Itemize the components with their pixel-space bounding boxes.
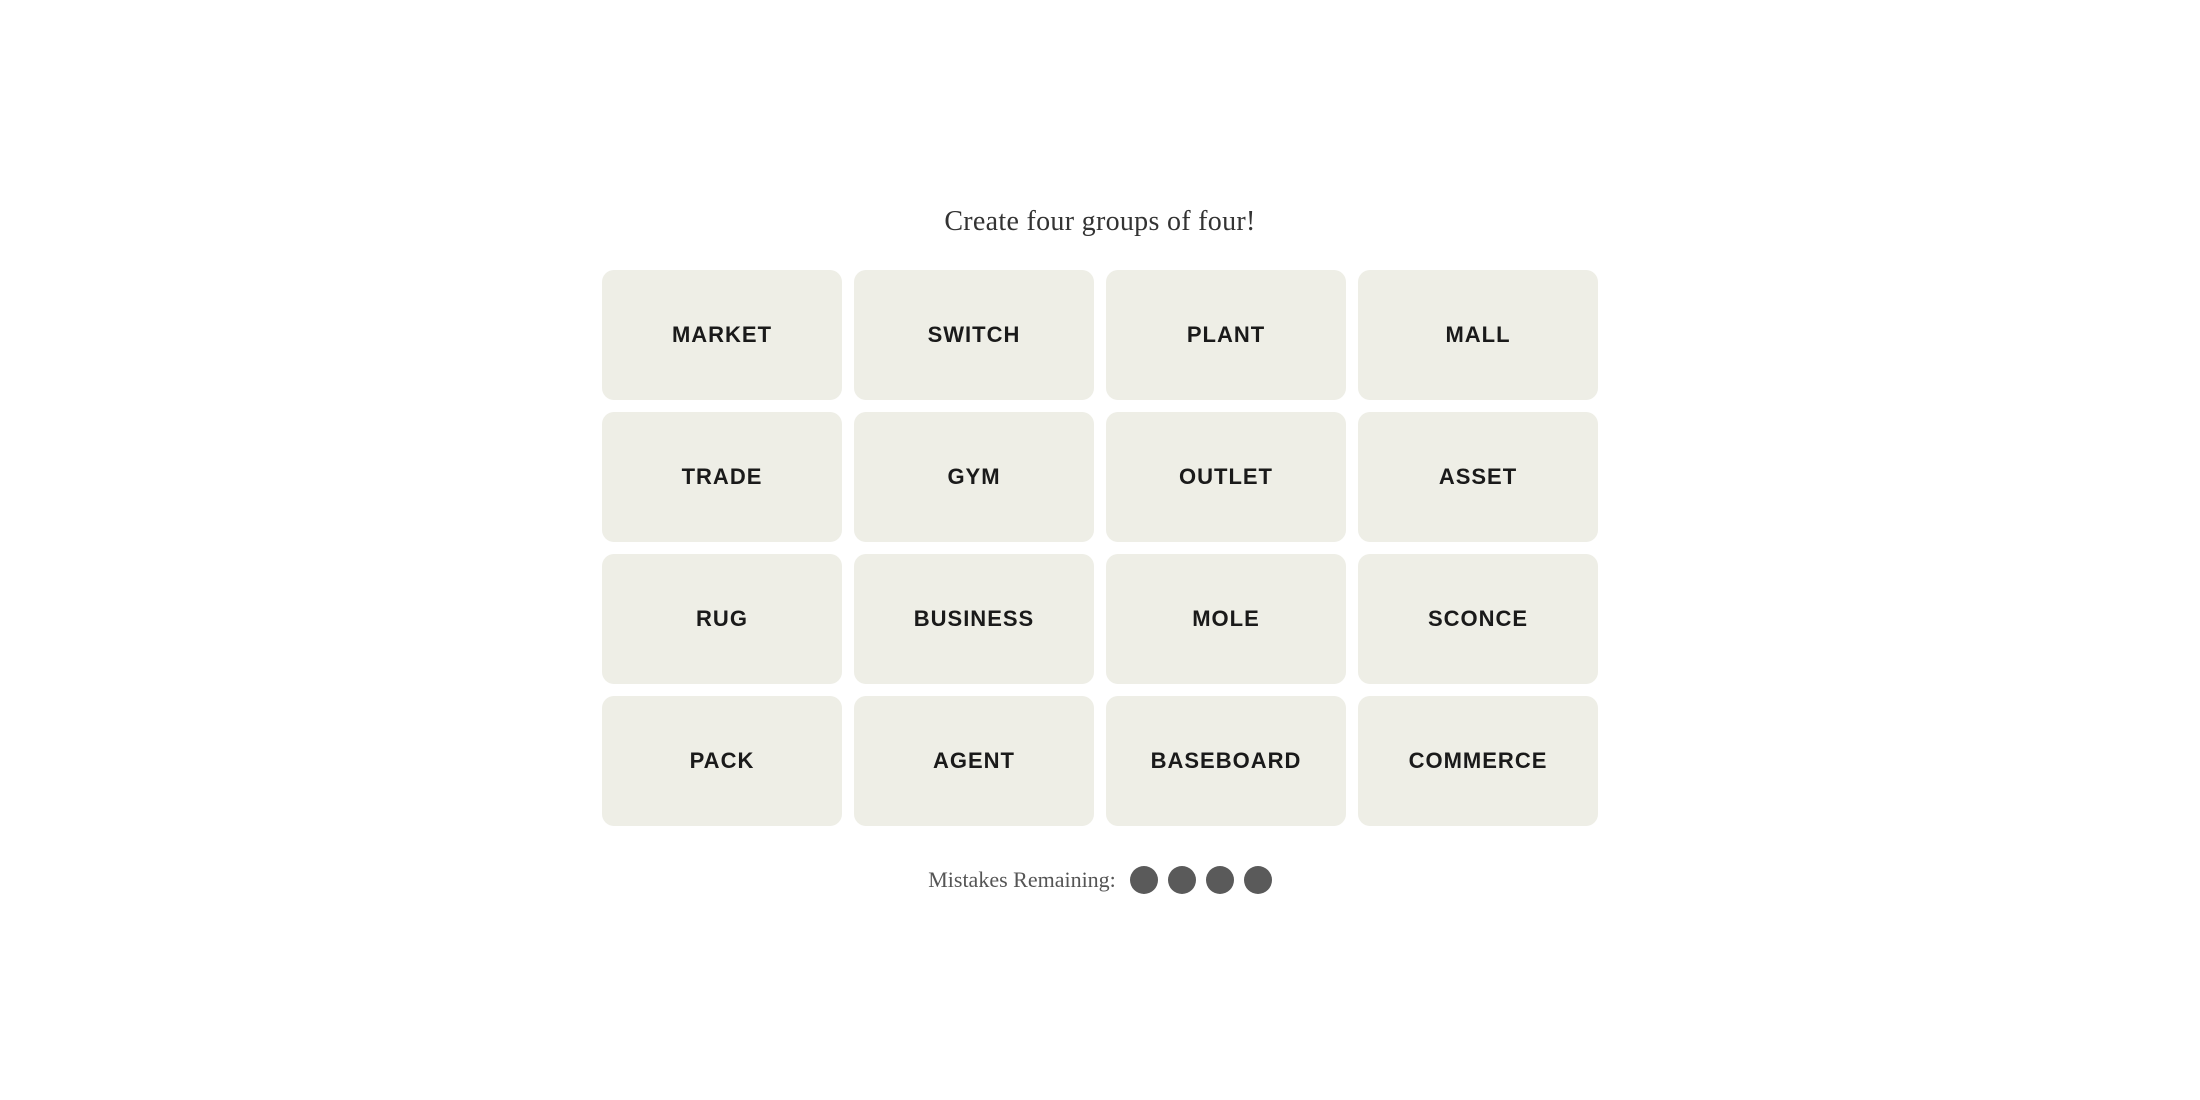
- word-label-baseboard: BASEBOARD: [1151, 748, 1302, 774]
- word-label-mall: MALL: [1445, 322, 1510, 348]
- word-card-trade[interactable]: TRADE: [602, 412, 842, 542]
- mistakes-dots: [1130, 866, 1272, 894]
- word-card-switch[interactable]: SWITCH: [854, 270, 1094, 400]
- word-card-agent[interactable]: AGENT: [854, 696, 1094, 826]
- mistakes-section: Mistakes Remaining:: [928, 866, 1272, 894]
- mistakes-label: Mistakes Remaining:: [928, 867, 1116, 893]
- word-label-sconce: SCONCE: [1428, 606, 1528, 632]
- word-card-mole[interactable]: MOLE: [1106, 554, 1346, 684]
- word-card-baseboard[interactable]: BASEBOARD: [1106, 696, 1346, 826]
- word-card-market[interactable]: MARKET: [602, 270, 842, 400]
- subtitle: Create four groups of four!: [944, 206, 1255, 238]
- word-card-asset[interactable]: ASSET: [1358, 412, 1598, 542]
- word-card-business[interactable]: BUSINESS: [854, 554, 1094, 684]
- mistake-dot-4: [1244, 866, 1272, 894]
- word-card-commerce[interactable]: COMMERCE: [1358, 696, 1598, 826]
- word-label-pack: PACK: [690, 748, 755, 774]
- word-label-mole: MOLE: [1192, 606, 1260, 632]
- word-card-mall[interactable]: MALL: [1358, 270, 1598, 400]
- word-grid: MARKET SWITCH PLANT MALL TRADE GYM OUTLET ASSET…: [602, 270, 1598, 826]
- mistake-dot-2: [1168, 866, 1196, 894]
- game-container: Create four groups of four! MARKET SWITCH…: [0, 206, 2200, 894]
- word-label-market: MARKET: [672, 322, 772, 348]
- word-label-plant: PLANT: [1187, 322, 1265, 348]
- word-card-outlet[interactable]: OUTLET: [1106, 412, 1346, 542]
- word-card-rug[interactable]: RUG: [602, 554, 842, 684]
- word-label-trade: TRADE: [682, 464, 763, 490]
- word-label-gym: GYM: [947, 464, 1000, 490]
- word-label-switch: SWITCH: [928, 322, 1021, 348]
- word-label-asset: ASSET: [1439, 464, 1517, 490]
- word-card-plant[interactable]: PLANT: [1106, 270, 1346, 400]
- word-card-sconce[interactable]: SCONCE: [1358, 554, 1598, 684]
- word-label-business: BUSINESS: [914, 606, 1034, 632]
- mistake-dot-1: [1130, 866, 1158, 894]
- mistake-dot-3: [1206, 866, 1234, 894]
- word-card-pack[interactable]: PACK: [602, 696, 842, 826]
- word-label-agent: AGENT: [933, 748, 1015, 774]
- word-label-commerce: COMMERCE: [1409, 748, 1548, 774]
- word-label-outlet: OUTLET: [1179, 464, 1273, 490]
- word-label-rug: RUG: [696, 606, 748, 632]
- word-card-gym[interactable]: GYM: [854, 412, 1094, 542]
